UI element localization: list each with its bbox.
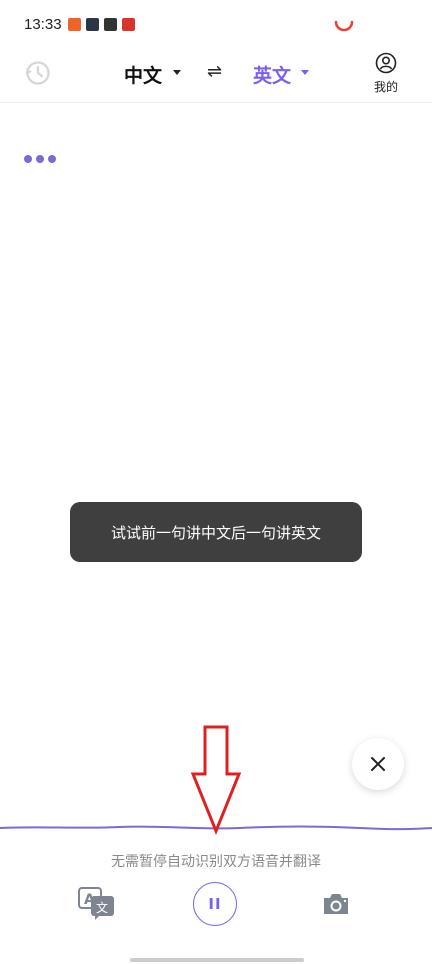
annotation-arrow-down-icon [190,725,242,836]
listening-dot [24,155,32,163]
pause-button[interactable]: II [193,882,237,926]
system-home-indicator[interactable] [130,958,304,962]
notification-app-icon [122,18,135,31]
user-icon [375,52,397,74]
listening-indicator [24,155,60,165]
top-bar: 中文 ⇌ 英文 我的 [0,50,432,103]
target-language-selector[interactable]: 英文 [253,61,291,88]
close-icon [371,757,385,771]
svg-text:文: 文 [96,900,108,915]
profile-button[interactable]: 我的 [368,52,404,96]
loading-spinner-icon [334,20,354,32]
notification-loop-icon [104,18,117,31]
close-button[interactable] [352,738,404,790]
notification-app-icon [68,18,81,31]
history-icon[interactable] [24,59,52,87]
pause-icon: II [208,895,222,913]
listening-dot [48,155,56,163]
text-translate-icon[interactable]: A 文 [77,886,117,922]
tip-toast-text: 试试前一句讲中文后一句讲英文 [110,523,321,542]
source-language-selector[interactable]: 中文 [124,61,162,88]
camera-icon[interactable] [322,892,350,916]
status-time: 13:33 [24,16,62,33]
notification-play-icon [86,18,99,31]
listening-dot [36,155,44,163]
profile-label: 我的 [373,80,398,94]
target-language-dropdown-icon[interactable] [301,70,309,75]
swap-languages-icon[interactable]: ⇌ [207,61,222,82]
auto-recognition-hint: 无需暂停自动识别双方语音并翻译 [111,854,321,870]
tip-toast: 试试前一句讲中文后一句讲英文 [70,502,362,562]
status-bar: 13:33 [0,0,432,50]
source-language-dropdown-icon[interactable] [173,70,181,75]
